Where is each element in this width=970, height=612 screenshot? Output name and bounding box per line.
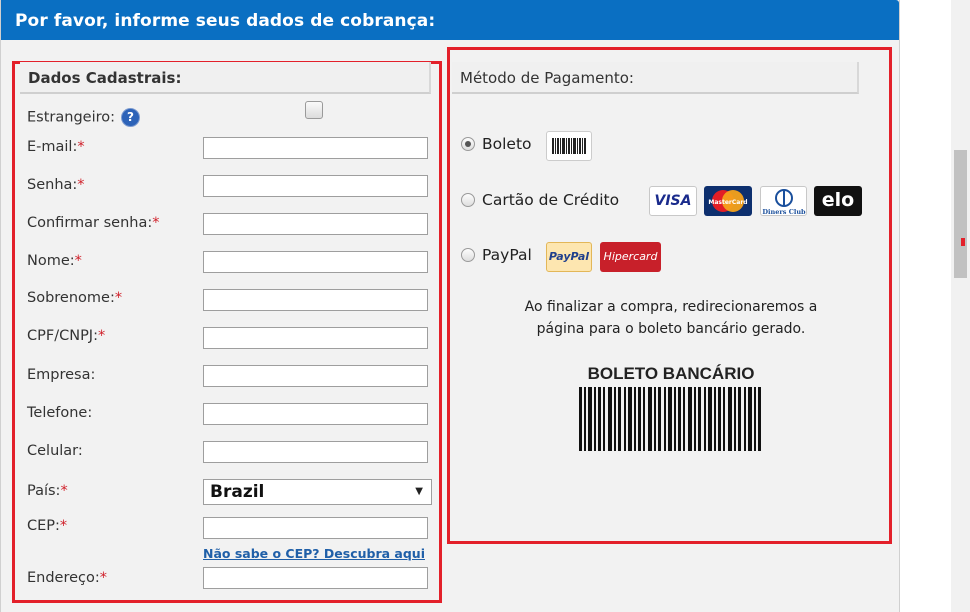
password-label: Senha:* xyxy=(27,177,85,193)
credit-card-radio[interactable] xyxy=(461,193,475,207)
first-name-label-text: Nome: xyxy=(27,253,75,269)
email-label: E-mail:* xyxy=(27,139,85,155)
company-label: Empresa: xyxy=(27,367,96,383)
last-name-field[interactable] xyxy=(203,289,428,311)
elo-logo-text: elo xyxy=(821,189,855,211)
required-marker: * xyxy=(60,483,68,499)
email-label-text: E-mail: xyxy=(27,139,78,155)
boleto-info-line2: página para o boleto bancário gerado. xyxy=(536,321,806,337)
mastercard-logo-text: MasterCard xyxy=(708,199,747,206)
company-field[interactable] xyxy=(203,365,428,387)
first-name-field[interactable] xyxy=(203,251,428,273)
address-label: Endereço:* xyxy=(27,570,107,586)
address-label-text: Endereço: xyxy=(27,570,100,586)
hipercard-logo-text: Hipercard xyxy=(603,250,658,263)
foreigner-label-text: Estrangeiro: xyxy=(27,109,115,126)
checkout-page: Por favor, informe seus dados de cobranç… xyxy=(0,0,900,612)
confirm-password-label-text: Confirmar senha: xyxy=(27,215,153,231)
boleto-label[interactable]: Boleto xyxy=(482,135,532,153)
email-field[interactable] xyxy=(203,137,428,159)
boleto-radio[interactable] xyxy=(461,137,475,151)
confirm-password-label: Confirmar senha:* xyxy=(27,215,159,231)
boleto-bancario-title: BOLETO BANCÁRIO xyxy=(587,364,755,383)
vertical-scrollbar[interactable] xyxy=(951,0,970,612)
cpf-cnpj-label-text: CPF/CNPJ: xyxy=(27,328,98,344)
credit-card-label[interactable]: Cartão de Crédito xyxy=(482,191,619,209)
required-marker: * xyxy=(99,570,108,586)
paypal-logo: PayPal xyxy=(546,242,592,272)
country-label-text: País: xyxy=(27,483,61,499)
phone-label: Telefone: xyxy=(27,405,93,421)
required-marker: * xyxy=(74,253,82,269)
billing-header: Por favor, informe seus dados de cobranç… xyxy=(1,0,899,40)
cpf-cnpj-label: CPF/CNPJ:* xyxy=(27,328,105,344)
boleto-barcode-image xyxy=(579,387,763,451)
paypal-radio[interactable] xyxy=(461,248,475,262)
cep-label-text: CEP: xyxy=(27,518,60,534)
cep-lookup-link[interactable]: Não sabe o CEP? Descubra aqui xyxy=(203,546,425,561)
password-field[interactable] xyxy=(203,175,428,197)
required-marker: * xyxy=(77,139,85,155)
diners-club-logo: Diners Club xyxy=(760,186,807,216)
first-name-label: Nome:* xyxy=(27,253,82,269)
visa-logo-text: VISA xyxy=(654,193,692,209)
password-label-text: Senha: xyxy=(27,177,78,193)
required-marker: * xyxy=(114,290,123,306)
mobile-field[interactable] xyxy=(203,441,428,463)
barcode-icon xyxy=(546,131,592,161)
cep-field[interactable] xyxy=(203,517,428,539)
cpf-cnpj-field[interactable] xyxy=(203,327,428,349)
last-name-label-text: Sobrenome: xyxy=(27,290,115,306)
cep-label: CEP:* xyxy=(27,518,67,534)
visa-logo: VISA xyxy=(649,186,697,216)
hipercard-logo: Hipercard xyxy=(600,242,661,272)
required-marker: * xyxy=(97,328,106,344)
foreigner-checkbox[interactable] xyxy=(305,101,323,119)
help-icon[interactable]: ? xyxy=(121,108,140,127)
required-marker: * xyxy=(77,177,85,193)
mastercard-logo: MasterCard xyxy=(704,186,752,216)
personal-data-title: Dados Cadastrais: xyxy=(20,62,431,94)
foreigner-label: Estrangeiro:? xyxy=(27,108,140,127)
boleto-info-line1: Ao finalizar a compra, redirecionaremos … xyxy=(524,299,818,315)
confirm-password-field[interactable] xyxy=(203,213,428,235)
scrollbar-marker xyxy=(961,238,965,246)
last-name-label: Sobrenome:* xyxy=(27,290,122,306)
diners-logo-text: Diners Club xyxy=(762,208,806,216)
address-field[interactable] xyxy=(203,567,428,589)
paypal-logo-text: PayPal xyxy=(548,250,590,263)
dropdown-arrow-icon: ▼ xyxy=(415,486,423,497)
required-marker: * xyxy=(152,215,160,231)
country-select[interactable]: Brazil ▼ xyxy=(203,479,432,505)
required-marker: * xyxy=(59,518,68,534)
country-label: País:* xyxy=(27,483,68,499)
elo-logo: elo xyxy=(814,186,862,216)
scrollbar-thumb[interactable] xyxy=(954,150,967,278)
mobile-label: Celular: xyxy=(27,443,83,459)
phone-field[interactable] xyxy=(203,403,428,425)
paypal-label[interactable]: PayPal xyxy=(482,246,532,264)
country-value: Brazil xyxy=(210,482,265,502)
payment-method-title: Método de Pagamento: xyxy=(452,62,859,94)
